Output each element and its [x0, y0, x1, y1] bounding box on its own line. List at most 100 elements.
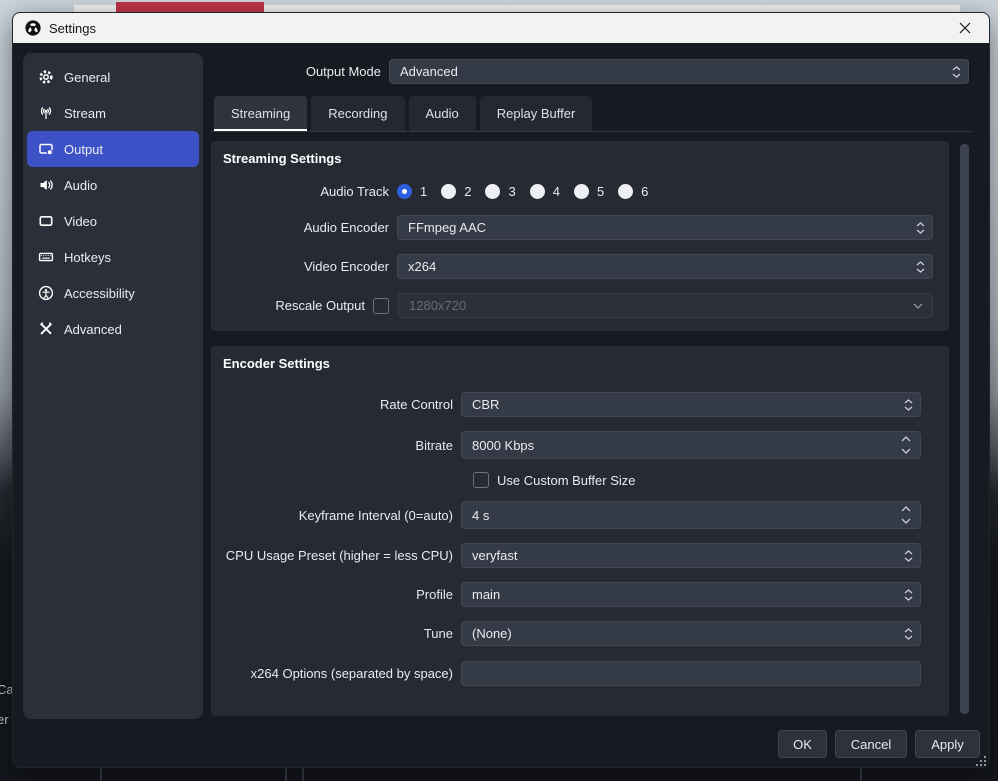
video-encoder-value: x264: [408, 259, 436, 274]
sidebar-item-label: Output: [64, 142, 103, 157]
radio-track-5[interactable]: [574, 184, 589, 199]
cpu-preset-row: CPU Usage Preset (higher = less CPU) ver…: [223, 543, 937, 568]
cpu-preset-value: veryfast: [472, 548, 518, 563]
sidebar-item-label: Audio: [64, 178, 97, 193]
video-encoder-label: Video Encoder: [223, 259, 389, 274]
profile-row: Profile main: [223, 582, 937, 607]
audio-encoder-row: Audio Encoder FFmpeg AAC: [223, 215, 937, 240]
panel-title: Encoder Settings: [223, 356, 937, 372]
cancel-button[interactable]: Cancel: [835, 730, 907, 758]
apply-button[interactable]: Apply: [915, 730, 980, 758]
audio-track-radio-group: 1 2 3 4 5 6: [397, 184, 933, 199]
sidebar-item-label: Stream: [64, 106, 106, 121]
radio-label: 6: [641, 184, 648, 199]
dock-divider: [285, 768, 287, 781]
output-mode-select[interactable]: Advanced: [389, 59, 969, 84]
output-mode-row: Output Mode Advanced: [211, 59, 969, 84]
output-tabs: Streaming Recording Audio Replay Buffer: [214, 96, 592, 131]
custom-buffer-checkbox[interactable]: [473, 472, 489, 488]
sidebar-item-label: Hotkeys: [64, 250, 111, 265]
sidebar-item-video[interactable]: Video: [27, 203, 199, 239]
tune-select[interactable]: (None): [461, 621, 921, 646]
sidebar-item-audio[interactable]: Audio: [27, 167, 199, 203]
dialog-title: Settings: [49, 21, 96, 36]
profile-select[interactable]: main: [461, 582, 921, 607]
sidebar-item-hotkeys[interactable]: Hotkeys: [27, 239, 199, 275]
titlebar[interactable]: Settings: [13, 13, 989, 43]
radio-track-6[interactable]: [618, 184, 633, 199]
keyframe-interval-row: Keyframe Interval (0=auto) 4 s: [223, 501, 937, 529]
radio-label: 2: [464, 184, 471, 199]
rescale-resolution-value: 1280x720: [409, 298, 466, 313]
background-red-tab: [116, 2, 264, 12]
tab-label: Audio: [426, 106, 459, 121]
sidebar-item-label: Advanced: [64, 322, 122, 337]
keyframe-interval-label: Keyframe Interval (0=auto): [223, 508, 453, 523]
tune-row: Tune (None): [223, 621, 937, 646]
tab-recording[interactable]: Recording: [311, 96, 404, 131]
dock-divider: [860, 768, 862, 781]
background-text-fragment: er: [0, 712, 9, 727]
sidebar-item-advanced[interactable]: Advanced: [27, 311, 199, 347]
tune-value: (None): [472, 626, 512, 641]
radio-track-4[interactable]: [530, 184, 545, 199]
spin-up-icon[interactable]: [901, 436, 911, 442]
accessibility-icon: [38, 285, 54, 301]
chevron-updown-icon: [916, 222, 925, 234]
x264-options-label: x264 Options (separated by space): [223, 666, 453, 681]
custom-buffer-label: Use Custom Buffer Size: [497, 473, 635, 488]
rescale-resolution-combo[interactable]: 1280x720: [398, 293, 933, 318]
spin-up-icon[interactable]: [901, 506, 911, 512]
encoder-settings-panel: Encoder Settings Rate Control CBR Bitrat…: [211, 346, 949, 716]
bitrate-spinbox[interactable]: 8000 Kbps: [461, 431, 921, 459]
x264-options-input[interactable]: [461, 661, 921, 686]
radio-track-1[interactable]: [397, 184, 412, 199]
sidebar-item-stream[interactable]: Stream: [27, 95, 199, 131]
sidebar-item-label: Video: [64, 214, 97, 229]
sidebar-item-output[interactable]: Output: [27, 131, 199, 167]
rate-control-row: Rate Control CBR: [223, 392, 937, 417]
bitrate-row: Bitrate 8000 Kbps: [223, 431, 937, 459]
antenna-icon: [38, 105, 54, 121]
dialog-body: General Stream: [13, 43, 989, 768]
x264-options-row: x264 Options (separated by space): [223, 661, 937, 686]
profile-value: main: [472, 587, 500, 602]
output-mode-label: Output Mode: [211, 64, 381, 79]
spin-down-icon[interactable]: [901, 518, 911, 524]
monitor-icon: [38, 213, 54, 229]
sidebar-item-label: General: [64, 70, 110, 85]
audio-track-row: Audio Track 1 2 3 4 5 6: [223, 181, 937, 201]
spin-down-icon[interactable]: [901, 448, 911, 454]
chevron-updown-icon: [952, 66, 961, 78]
close-icon[interactable]: [953, 16, 977, 40]
tab-separator: [211, 131, 971, 132]
panel-title: Streaming Settings: [223, 151, 937, 167]
radio-label: 5: [597, 184, 604, 199]
cpu-preset-select[interactable]: veryfast: [461, 543, 921, 568]
tab-audio[interactable]: Audio: [409, 96, 476, 131]
sidebar-item-accessibility[interactable]: Accessibility: [27, 275, 199, 311]
sidebar-item-general[interactable]: General: [27, 59, 199, 95]
audio-encoder-select[interactable]: FFmpeg AAC: [397, 215, 933, 240]
ok-button[interactable]: OK: [778, 730, 827, 758]
output-mode-value: Advanced: [400, 64, 458, 79]
rescale-output-row: Rescale Output 1280x720: [223, 293, 937, 318]
radio-track-3[interactable]: [485, 184, 500, 199]
tools-icon: [38, 321, 54, 337]
rescale-output-checkbox[interactable]: [373, 298, 389, 314]
tab-streaming[interactable]: Streaming: [214, 96, 307, 131]
video-encoder-select[interactable]: x264: [397, 254, 933, 279]
rate-control-label: Rate Control: [223, 397, 453, 412]
vertical-scrollbar[interactable]: [960, 144, 969, 714]
resize-grip[interactable]: [976, 756, 986, 766]
streaming-settings-panel: Streaming Settings Audio Track 1 2 3 4 5…: [211, 141, 949, 331]
keyframe-interval-spinbox[interactable]: 4 s: [461, 501, 921, 529]
dock-divider: [100, 768, 102, 781]
tab-replay-buffer[interactable]: Replay Buffer: [480, 96, 593, 131]
footer-buttons: OK Cancel Apply: [778, 730, 980, 758]
tab-label: Streaming: [231, 106, 290, 121]
profile-label: Profile: [223, 587, 453, 602]
chevron-updown-icon: [916, 261, 925, 273]
rate-control-select[interactable]: CBR: [461, 392, 921, 417]
radio-track-2[interactable]: [441, 184, 456, 199]
